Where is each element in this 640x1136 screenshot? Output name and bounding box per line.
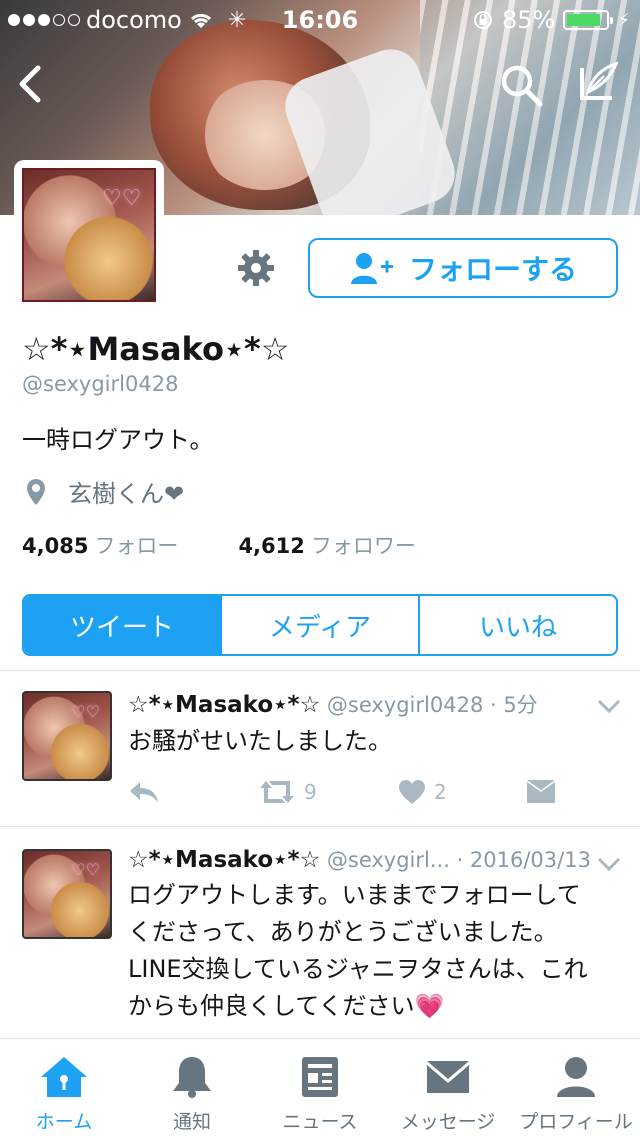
avatar-hearts: ♡♡ — [71, 859, 100, 879]
profile-avatar[interactable]: ♡♡ — [14, 160, 164, 310]
chevron-down-icon[interactable] — [596, 855, 622, 873]
tweet-avatar[interactable]: ♡♡ — [22, 849, 112, 939]
reply-button[interactable] — [128, 779, 160, 805]
compose-tweet-icon[interactable] — [574, 58, 620, 104]
tweet-text: お騒がせいたしました。 — [128, 727, 392, 755]
tweet-avatar[interactable]: ♡♡ — [22, 691, 112, 781]
tabbar-messages-label: メッセージ — [400, 1111, 496, 1133]
chevron-down-icon[interactable] — [596, 697, 622, 715]
like-count: 2 — [434, 780, 447, 804]
back-arrow-icon[interactable] — [12, 60, 52, 108]
avatar-hearts: ♡♡ — [102, 185, 142, 211]
add-user-icon — [350, 253, 393, 284]
tabbar-profile-label: プロフィール — [519, 1111, 633, 1133]
tweet-item[interactable]: ♡♡ ☆*⋆Masako⋆*☆ @sexygirl... · 2016/03/1… — [0, 827, 640, 1037]
tabbar-home-label: ホーム — [35, 1111, 93, 1133]
follow-button-label: フォローする — [408, 253, 577, 286]
envelope-icon — [427, 1061, 469, 1093]
tweet-item[interactable]: ♡♡ ☆*⋆Masako⋆*☆ @sexygirl0428 · 5分 お騒がせい… — [0, 671, 640, 826]
followers-stat[interactable]: 4,612 フォロワー — [238, 530, 415, 560]
following-label: フォロー — [94, 534, 179, 558]
tweet-author-name: ☆*⋆Masako⋆*☆ — [128, 692, 321, 718]
location-pin-icon — [27, 478, 45, 505]
avatar-hearts: ♡♡ — [71, 701, 100, 721]
home-icon — [41, 1057, 87, 1097]
like-button[interactable]: 2 — [398, 779, 447, 805]
profile-bio: 一時ログアウト。 — [22, 426, 214, 454]
tweet-handle-time: @sexygirl... · 2016/03/13 — [326, 848, 591, 872]
follow-stats: 4,085 フォロー 4,612 フォロワー — [22, 530, 416, 560]
follow-button[interactable]: フォローする — [308, 238, 618, 298]
location-text: 玄樹くん❤ — [68, 480, 185, 508]
tabbar-home[interactable]: ホーム — [0, 1039, 128, 1136]
tab-likes[interactable]: いいね — [418, 596, 616, 654]
retweet-count: 9 — [304, 780, 317, 804]
person-icon — [557, 1057, 595, 1097]
dm-share-button[interactable] — [526, 779, 556, 805]
rotation-lock-icon — [474, 11, 493, 29]
profile-handle: @sexygirl0428 — [22, 372, 179, 396]
tweet-author-name: ☆*⋆Masako⋆*☆ — [128, 847, 321, 873]
tabbar-notifications-label: 通知 — [172, 1111, 211, 1133]
tabbar-profile[interactable]: プロフィール — [512, 1039, 640, 1136]
tab-tweets[interactable]: ツイート — [24, 596, 220, 654]
tweet-header: ☆*⋆Masako⋆*☆ @sexygirl... · 2016/03/13 — [128, 847, 591, 873]
tabbar-notifications[interactable]: 通知 — [128, 1039, 256, 1136]
envelope-icon — [527, 780, 555, 803]
bottom-tab-bar: ホーム 通知 ニュース メッセージ プロフィール — [0, 1038, 640, 1136]
charging-icon: ⚡ — [617, 9, 630, 31]
news-icon — [302, 1057, 338, 1097]
battery-percent: 85% — [502, 6, 556, 34]
following-stat[interactable]: 4,085 フォロー — [22, 530, 178, 560]
search-icon[interactable] — [498, 62, 544, 108]
tabbar-news-label: ニュース — [282, 1111, 358, 1133]
profile-location: 玄樹くん❤ — [26, 474, 184, 509]
reply-icon — [130, 782, 158, 803]
status-bar: docomo ✳ 16:06 85% ⚡ — [0, 0, 640, 40]
retweet-button[interactable]: 9 — [258, 779, 317, 805]
tweet-actions: 9 2 — [128, 779, 568, 809]
heart-icon — [399, 780, 425, 804]
tweet-handle-time: @sexygirl0428 · 5分 — [326, 693, 538, 717]
tweet-text: ログアウトします。いままでフォローしてくださって、ありがとうございました。LIN… — [128, 881, 588, 1020]
bell-icon — [173, 1057, 211, 1098]
tweet-header: ☆*⋆Masako⋆*☆ @sexygirl0428 · 5分 — [128, 689, 538, 719]
following-count: 4,085 — [22, 534, 89, 558]
retweet-icon — [260, 781, 294, 803]
followers-count: 4,612 — [238, 534, 305, 558]
tabbar-messages[interactable]: メッセージ — [384, 1039, 512, 1136]
profile-tabs: ツイート メディア いいね — [22, 594, 618, 656]
tab-media[interactable]: メディア — [220, 596, 418, 654]
battery-icon — [563, 10, 614, 30]
tabbar-news[interactable]: ニュース — [256, 1039, 384, 1136]
profile-name: ☆*⋆Masako⋆*☆ — [22, 330, 290, 368]
gear-icon[interactable] — [236, 248, 276, 288]
followers-label: フォロワー — [310, 534, 416, 558]
